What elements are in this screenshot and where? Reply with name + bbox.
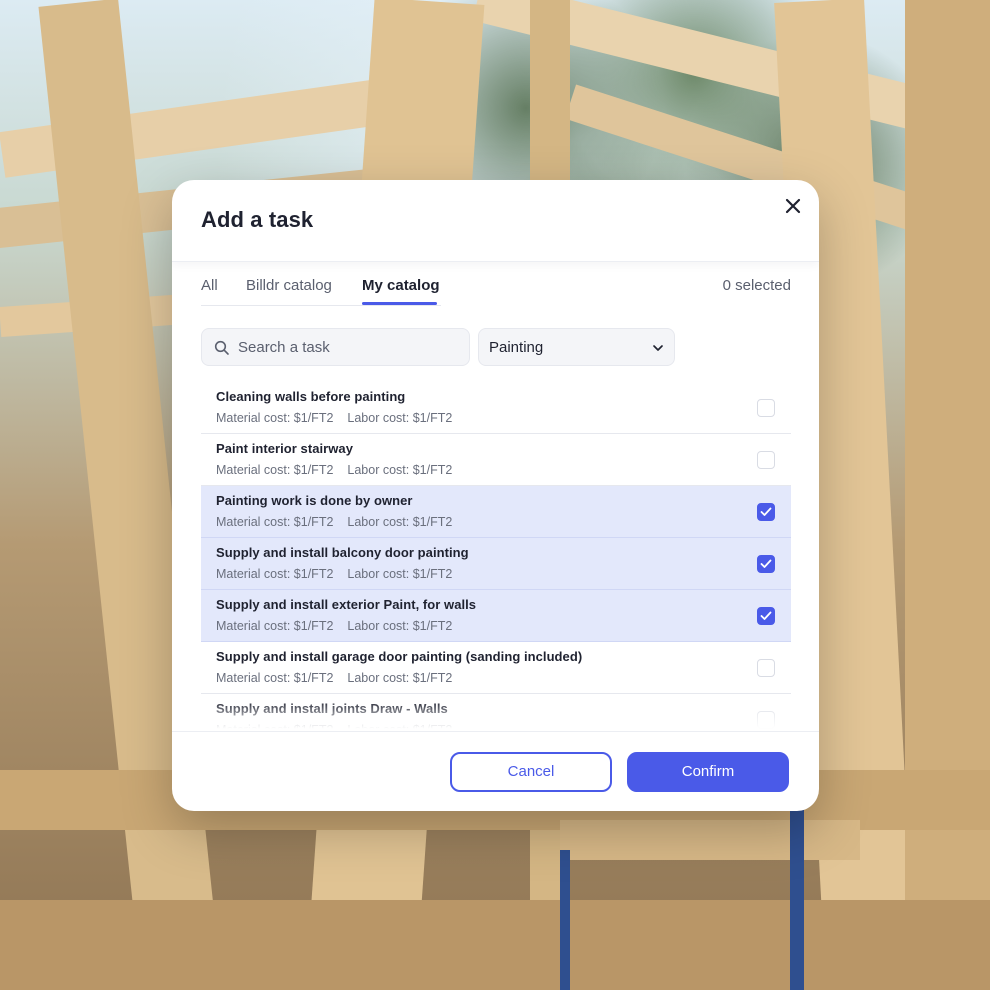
material-cost: Material cost: $1/FT2 xyxy=(216,515,334,529)
catalog-tabs: All Billdr catalog My catalog 0 selected xyxy=(201,275,791,307)
task-costs: Material cost: $1/FT2 Labor cost: $1/FT2 xyxy=(216,411,452,425)
labor-cost: Labor cost: $1/FT2 xyxy=(347,515,453,529)
task-row[interactable]: Supply and install joints Draw - Walls M… xyxy=(201,694,791,730)
close-button[interactable] xyxy=(781,194,805,218)
labor-cost: Labor cost: $1/FT2 xyxy=(347,567,453,581)
close-icon xyxy=(785,198,801,214)
checkmark-icon xyxy=(760,559,772,568)
task-checkbox[interactable] xyxy=(757,451,775,469)
task-list: Cleaning walls before painting Material … xyxy=(201,382,791,730)
material-cost: Material cost: $1/FT2 xyxy=(216,463,334,477)
checkmark-icon xyxy=(760,507,772,516)
material-cost: Material cost: $1/FT2 xyxy=(216,671,334,685)
labor-cost: Labor cost: $1/FT2 xyxy=(347,671,453,685)
task-costs: Material cost: $1/FT2 Labor cost: $1/FT2 xyxy=(216,463,452,477)
task-checkbox[interactable] xyxy=(757,659,775,677)
search-box xyxy=(201,328,470,366)
task-checkbox[interactable] xyxy=(757,607,775,625)
background-beam xyxy=(560,820,860,860)
task-row[interactable]: Supply and install garage door painting … xyxy=(201,642,791,694)
material-cost: Material cost: $1/FT2 xyxy=(216,619,334,633)
background-scaffold xyxy=(560,850,570,990)
task-title: Supply and install joints Draw - Walls xyxy=(216,701,448,716)
selected-count: 0 selected xyxy=(722,277,791,294)
material-cost: Material cost: $1/FT2 xyxy=(216,411,334,425)
active-tab-indicator xyxy=(362,302,437,305)
modal-title: Add a task xyxy=(201,207,314,232)
task-row[interactable]: Paint interior stairway Material cost: $… xyxy=(201,434,791,486)
category-filter-select[interactable]: Painting xyxy=(478,328,675,366)
labor-cost: Labor cost: $1/FT2 xyxy=(347,411,453,425)
task-checkbox[interactable] xyxy=(757,399,775,417)
task-row[interactable]: Painting work is done by owner Material … xyxy=(201,486,791,538)
task-title: Paint interior stairway xyxy=(216,441,353,456)
task-title: Cleaning walls before painting xyxy=(216,389,406,404)
task-row[interactable]: Supply and install exterior Paint, for w… xyxy=(201,590,791,642)
background-beam xyxy=(905,0,990,990)
search-icon xyxy=(214,340,229,355)
task-costs: Material cost: $1/FT2 Labor cost: $1/FT2 xyxy=(216,723,452,730)
cancel-button[interactable]: Cancel xyxy=(450,752,612,792)
material-cost: Material cost: $1/FT2 xyxy=(216,723,334,730)
search-input[interactable] xyxy=(238,329,458,365)
task-costs: Material cost: $1/FT2 Labor cost: $1/FT2 xyxy=(216,567,452,581)
modal-footer: Cancel Confirm xyxy=(172,731,819,811)
confirm-button[interactable]: Confirm xyxy=(627,752,789,792)
background-beam xyxy=(0,900,990,990)
task-title: Painting work is done by owner xyxy=(216,493,413,508)
labor-cost: Labor cost: $1/FT2 xyxy=(347,463,453,477)
labor-cost: Labor cost: $1/FT2 xyxy=(347,723,453,730)
modal-header: Add a task xyxy=(172,180,819,262)
task-title: Supply and install garage door painting … xyxy=(216,649,583,664)
task-title: Supply and install exterior Paint, for w… xyxy=(216,597,477,612)
task-costs: Material cost: $1/FT2 Labor cost: $1/FT2 xyxy=(216,671,452,685)
category-filter-value: Painting xyxy=(489,339,544,356)
labor-cost: Labor cost: $1/FT2 xyxy=(347,619,453,633)
task-checkbox[interactable] xyxy=(757,503,775,521)
tabs-divider xyxy=(201,305,441,306)
task-row[interactable]: Cleaning walls before painting Material … xyxy=(201,382,791,434)
task-row[interactable]: Supply and install balcony door painting… xyxy=(201,538,791,590)
tab-billdr-catalog[interactable]: Billdr catalog xyxy=(246,277,332,302)
task-checkbox[interactable] xyxy=(757,555,775,573)
task-checkbox[interactable] xyxy=(757,711,775,729)
tab-my-catalog[interactable]: My catalog xyxy=(362,277,440,302)
task-costs: Material cost: $1/FT2 Labor cost: $1/FT2 xyxy=(216,515,452,529)
background-scaffold xyxy=(790,810,804,990)
chevron-down-icon xyxy=(653,345,663,351)
material-cost: Material cost: $1/FT2 xyxy=(216,567,334,581)
task-costs: Material cost: $1/FT2 Labor cost: $1/FT2 xyxy=(216,619,452,633)
tab-all[interactable]: All xyxy=(201,277,218,302)
add-task-modal: Add a task All Billdr catalog My catalog… xyxy=(172,180,819,811)
task-title: Supply and install balcony door painting xyxy=(216,545,469,560)
checkmark-icon xyxy=(760,611,772,620)
